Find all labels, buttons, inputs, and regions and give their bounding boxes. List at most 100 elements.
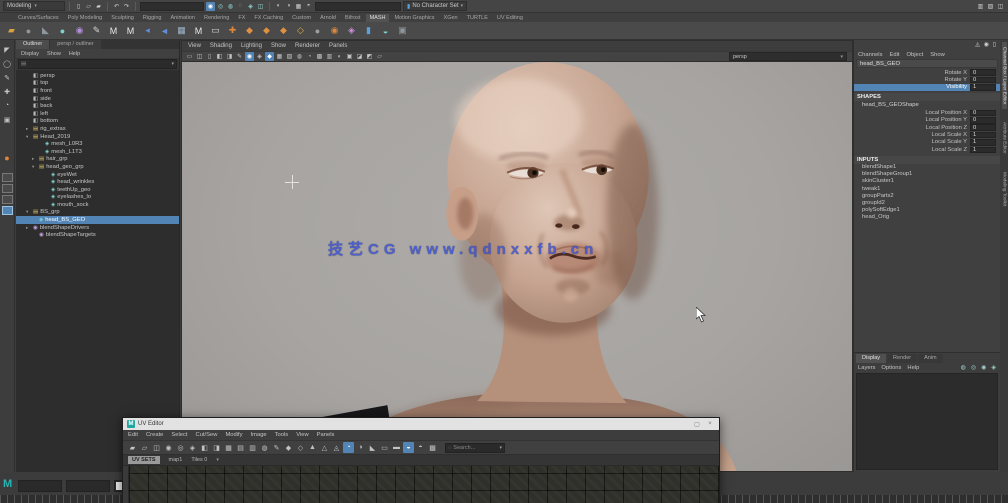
tool-icon[interactable]: ◔ <box>2 100 13 111</box>
viewport-toolbar-icon[interactable]: ◆ <box>265 52 274 61</box>
sidebar-toggle-icon[interactable]: ◫ <box>996 2 1005 11</box>
file-icon[interactable]: ▱ <box>84 2 93 11</box>
uv-toolbar-icon[interactable]: ▬ <box>391 442 402 453</box>
uv-editor-menu[interactable]: Cut/Sew <box>196 432 218 438</box>
panel-menu[interactable]: Panels <box>329 43 347 49</box>
sidebar-vertical-tab[interactable]: Modeling Toolkit <box>1002 167 1007 211</box>
expand-arrow-icon[interactable]: ▸ <box>32 156 37 162</box>
channel-value-field[interactable]: 1 <box>970 139 996 146</box>
uv-toolbar-icon[interactable]: ◇ <box>295 442 306 453</box>
shelf-tool-icon[interactable]: ● <box>22 24 35 37</box>
shelf-tool-icon[interactable]: ◣ <box>39 24 52 37</box>
shelf-tab[interactable]: Custom <box>288 14 315 22</box>
uv-toolbar-icon[interactable]: ◆ <box>283 442 294 453</box>
layout-shortcut-button[interactable] <box>2 184 13 193</box>
selection-mask-field[interactable] <box>140 2 204 11</box>
input-node-item[interactable]: groupParts2 <box>854 192 1000 199</box>
uv-editor-menu[interactable]: Select <box>171 432 187 438</box>
outliner-item[interactable]: ◧ left <box>16 110 179 118</box>
outliner-item[interactable]: ◈ eyelashes_lo <box>16 194 179 202</box>
expand-arrow-icon[interactable]: ▸ <box>26 225 31 231</box>
shelf-tool-icon[interactable]: ▭ <box>209 24 222 37</box>
shelf-tool-icon[interactable]: ◉ <box>328 24 341 37</box>
outliner-item[interactable]: ▾ ▤ BS_grp <box>16 209 179 217</box>
viewport-toolbar-icon[interactable]: ◨ <box>225 52 234 61</box>
channel-value-field[interactable]: 0 <box>970 117 996 124</box>
uv-editor-menu[interactable]: View <box>296 432 308 438</box>
file-icon[interactable]: ▯ <box>74 2 83 11</box>
uv-toolbar-icon[interactable]: ▰ <box>127 442 138 453</box>
pin-icon[interactable]: ◬ <box>975 42 979 48</box>
uv-toolbar-icon[interactable]: ◓ <box>415 442 426 453</box>
channel-row[interactable]: Local Scale Z 1 <box>854 146 1000 153</box>
outliner-item[interactable]: ◈ mouth_sock <box>16 201 179 209</box>
outliner-item[interactable]: ◈ head_BS_GEO <box>16 216 179 224</box>
panel-menu[interactable]: Show <box>271 43 286 49</box>
viewport-toolbar-icon[interactable]: ◪ <box>355 52 364 61</box>
outliner-item[interactable]: ◧ front <box>16 87 179 95</box>
uv-toolbar-icon[interactable]: ✎ <box>271 442 282 453</box>
shelf-tool-icon[interactable]: ● <box>311 24 324 37</box>
shape-node-name[interactable]: head_BS_GEOShape <box>854 101 1000 109</box>
layer-menu[interactable]: Help <box>907 365 919 371</box>
outliner-item[interactable]: ◧ side <box>16 95 179 103</box>
restore-icon[interactable]: ▢ <box>692 421 702 428</box>
outliner-item[interactable]: ▾ ▤ Head_2019 <box>16 133 179 141</box>
layer-editor-tab[interactable]: Display <box>856 354 886 363</box>
channel-row[interactable]: Local Position Z 0 <box>854 124 1000 131</box>
layer-editor-tab[interactable]: Render <box>887 354 917 363</box>
channel-value-field[interactable]: 1 <box>970 147 996 154</box>
shelf-tab[interactable]: Poly Modeling <box>64 14 107 22</box>
command-line-field[interactable] <box>18 480 62 492</box>
layer-action-icon[interactable]: ◉ <box>981 364 986 371</box>
uv-grid-canvas[interactable] <box>129 466 719 503</box>
outliner-search-field[interactable]: ▤ ▾ <box>18 59 177 69</box>
close-icon[interactable]: × <box>705 421 715 427</box>
uv-toolbar-icon[interactable]: ◒ <box>403 442 414 453</box>
shelf-tool-icon[interactable]: ✚ <box>226 24 239 37</box>
uv-toolbar-icon[interactable]: ◨ <box>211 442 222 453</box>
channel-value-field[interactable]: 0 <box>970 124 996 131</box>
shelf-tool-icon[interactable]: ◇ <box>294 24 307 37</box>
shelf-tool-icon[interactable]: ✎ <box>90 24 103 37</box>
shelf-tool-icon[interactable]: ▣ <box>396 24 409 37</box>
viewport-toolbar-icon[interactable]: ◉ <box>245 52 254 61</box>
tool-icon[interactable]: ◯ <box>2 58 13 69</box>
sidebar-vertical-tab[interactable]: Channel Box / Layer Editor <box>1002 42 1007 109</box>
input-node-item[interactable]: groupId2 <box>854 199 1000 206</box>
uv-editor-menu[interactable]: Modify <box>225 432 242 438</box>
shelf-tab[interactable]: Animation <box>167 14 199 22</box>
uv-toolbar-icon[interactable]: ▥ <box>247 442 258 453</box>
camera-dropdown[interactable]: persp ▾ <box>729 52 847 61</box>
uv-toolbar-icon[interactable]: ◑ <box>355 442 366 453</box>
menu-set-dropdown[interactable]: Modeling ▾ <box>3 1 65 11</box>
shelf-tool-icon[interactable]: M <box>124 24 137 37</box>
viewport-toolbar-icon[interactable]: ▣ <box>345 52 354 61</box>
input-node-item[interactable]: blendShape1 <box>854 164 1000 171</box>
render-icon[interactable]: ▦ <box>294 2 303 11</box>
shelf-tab[interactable]: Bifrost <box>341 14 365 22</box>
expand-arrow-icon[interactable]: ▸ <box>26 126 31 132</box>
undo-redo-icon[interactable]: ↶ <box>112 2 121 11</box>
outliner-menu[interactable]: Display <box>21 51 39 57</box>
panel-menu[interactable]: Shading <box>210 43 232 49</box>
channel-box-menu[interactable]: Channels <box>858 52 883 58</box>
expand-arrow-icon[interactable]: ▾ <box>32 164 37 170</box>
uv-toolbar-icon[interactable]: △ <box>319 442 330 453</box>
shelf-tool-icon[interactable]: ▦ <box>175 24 188 37</box>
layer-action-icon[interactable]: ◎ <box>971 364 976 371</box>
snap-icon[interactable]: ◉ <box>206 2 215 11</box>
layout-shortcut-button[interactable] <box>2 206 13 215</box>
head-model[interactable] <box>182 62 852 471</box>
snap-icon[interactable]: ◌ <box>236 2 245 11</box>
panel-menu[interactable]: Renderer <box>295 43 320 49</box>
viewport-toolbar-icon[interactable]: ◧ <box>215 52 224 61</box>
uv-editor-menu[interactable]: Panels <box>317 432 335 438</box>
render-icon[interactable]: ◓ <box>304 2 313 11</box>
shelf-tool-icon[interactable]: ◆ <box>260 24 273 37</box>
uv-toolbar-icon[interactable]: ▱ <box>139 442 150 453</box>
outliner-item[interactable]: ◈ teethUp_geo <box>16 186 179 194</box>
shelf-tool-icon[interactable]: ◆ <box>243 24 256 37</box>
channel-value-field[interactable]: 1 <box>970 84 996 91</box>
layer-menu[interactable]: Layers <box>858 365 875 371</box>
